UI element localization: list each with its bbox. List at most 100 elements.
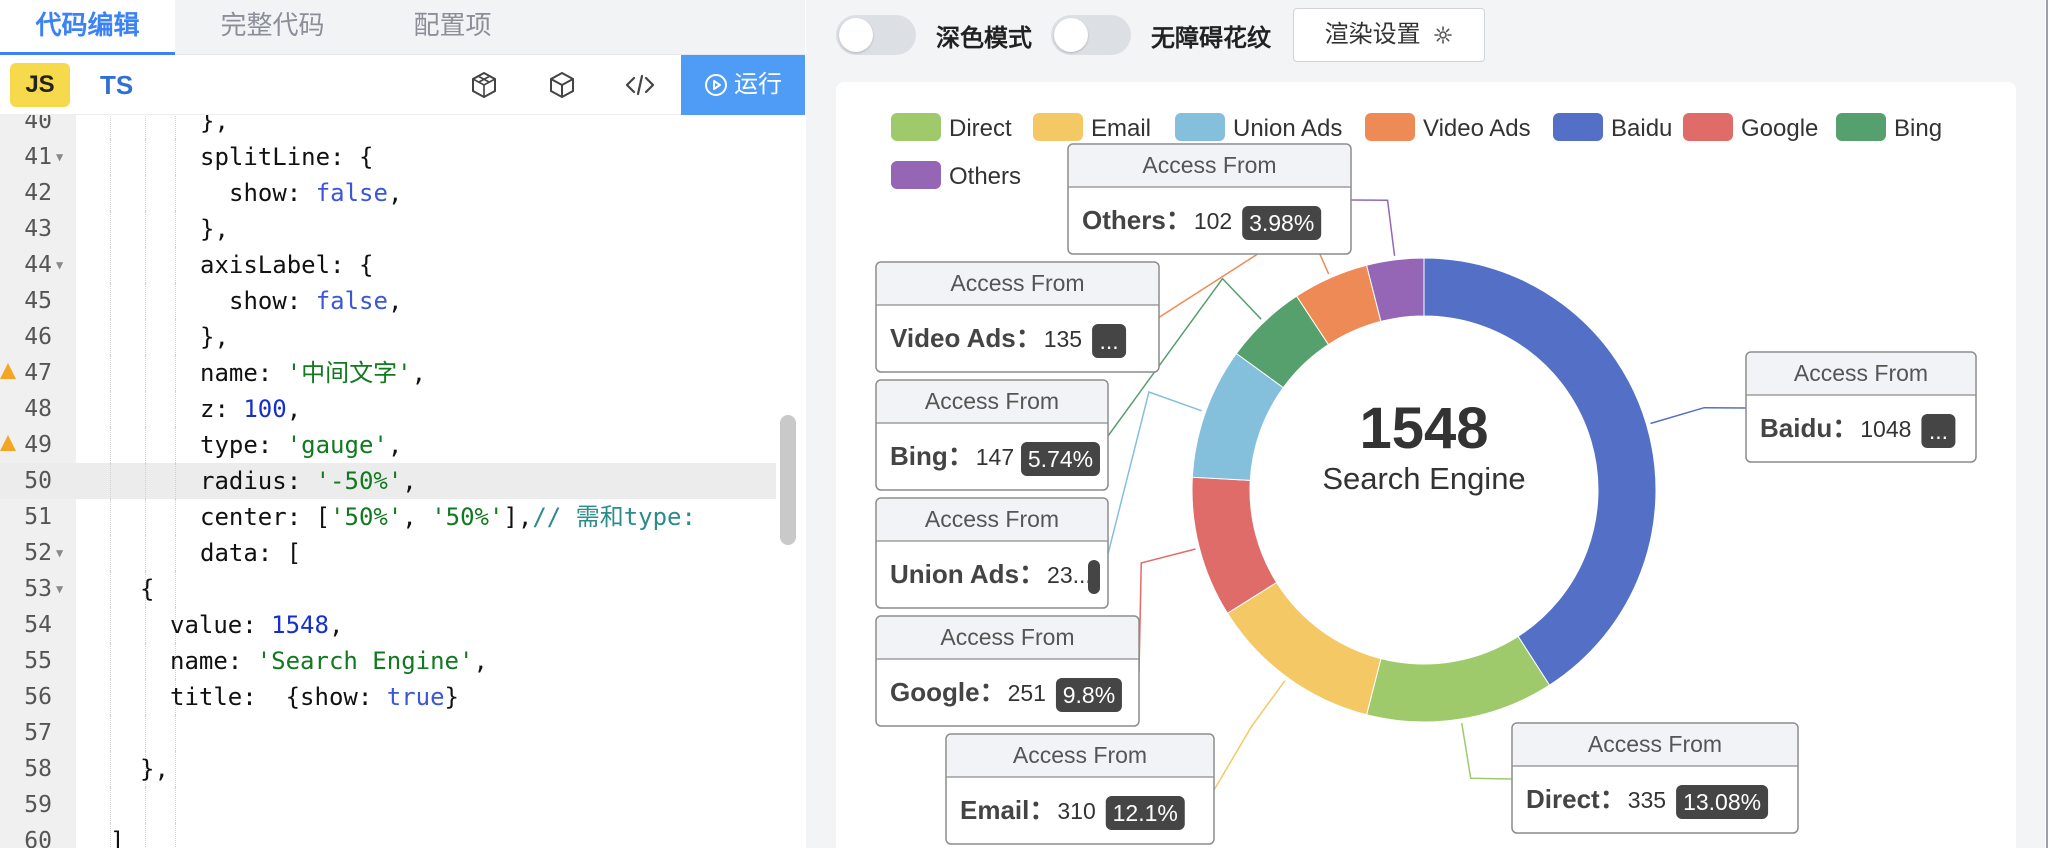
slice-direct[interactable] — [1365, 635, 1551, 723]
code-line[interactable]: 49 type: 'gauge', — [0, 427, 776, 463]
legend-swatch-bing[interactable] — [1836, 113, 1886, 141]
code-line[interactable]: 47 name: '中间文字', — [0, 355, 776, 391]
indent-guide — [110, 211, 111, 247]
fold-arrow-icon[interactable]: ▼ — [56, 139, 63, 175]
indent-guide — [110, 463, 111, 499]
code-line[interactable]: 58}, — [0, 751, 776, 787]
indent-guide — [175, 283, 176, 319]
donut-chart[interactable]: Direct Email Union Ads Video Ads Baidu Google… — [836, 82, 2016, 848]
label-value-email: 310 — [1057, 798, 1095, 824]
indent-guide — [175, 715, 176, 751]
line-number: 46 — [24, 324, 52, 350]
indent-guide — [110, 679, 111, 715]
percent-text-google: 9.8% — [1063, 682, 1115, 708]
indent-guide — [175, 115, 176, 139]
indent-guide — [145, 715, 146, 751]
code-area[interactable]: 40}, 41 ▼ splitLine: {42 show: false, 43}, 44 ▼… — [0, 115, 805, 848]
editor-scrollbar[interactable] — [780, 415, 796, 545]
code-line[interactable]: 45 show: false, — [0, 283, 776, 319]
label-title: Access From — [1588, 731, 1722, 757]
legend-swatch-direct[interactable] — [891, 113, 941, 141]
legend-label-baidu[interactable]: Baidu — [1611, 115, 1672, 142]
legend-swatch-others[interactable] — [891, 161, 941, 189]
code-line[interactable]: 42 show: false, — [0, 175, 776, 211]
indent-guide — [175, 319, 176, 355]
indent-guide — [175, 751, 176, 787]
render-settings-button[interactable]: 渲染设置 — [1293, 8, 1485, 62]
code-line[interactable]: 41 ▼ splitLine: { — [0, 139, 776, 175]
a11y-pattern-toggle[interactable] — [1051, 15, 1131, 55]
code-text: }, — [200, 323, 229, 351]
code-line[interactable]: 50 radius: '-50%', — [0, 463, 776, 499]
code-line[interactable]: 60] — [0, 823, 776, 848]
toggle-knob — [839, 18, 873, 52]
legend-label-direct[interactable]: Direct — [949, 115, 1012, 142]
run-button[interactable]: 运行 — [681, 55, 805, 115]
line-number: 60 — [24, 828, 52, 848]
code-line[interactable]: 40}, — [0, 115, 776, 139]
indent-guide — [110, 607, 111, 643]
line-number: 53 — [24, 576, 52, 602]
dark-mode-toggle[interactable] — [836, 15, 916, 55]
code-text: name: '中间文字', — [200, 359, 427, 387]
legend-swatch-union-ads[interactable] — [1175, 113, 1225, 141]
legend-swatch-baidu[interactable] — [1553, 113, 1603, 141]
cube-icon[interactable] — [546, 69, 578, 101]
warning-icon[interactable] — [0, 435, 16, 451]
legend-label-bing[interactable]: Bing — [1894, 115, 1942, 142]
code-icon[interactable] — [624, 69, 656, 101]
code-line[interactable]: 46}, — [0, 319, 776, 355]
indent-guide — [110, 115, 111, 139]
code-line[interactable]: 53 ▼ { — [0, 571, 776, 607]
indent-guide — [145, 139, 146, 175]
a11y-pattern-label: 无障碍花纹 — [1151, 25, 1271, 52]
legend-label-others[interactable]: Others — [949, 163, 1021, 190]
legend-label-email[interactable]: Email — [1091, 115, 1151, 142]
legend-swatch-google[interactable] — [1683, 113, 1733, 141]
code-line[interactable]: 57 — [0, 715, 776, 751]
indent-guide — [110, 391, 111, 427]
code-text: show: false, — [229, 179, 403, 207]
legend-swatch-video-ads[interactable] — [1365, 113, 1415, 141]
code-text: radius: '-50%', — [200, 467, 417, 495]
code-line[interactable]: 51 center: ['50%', '50%'],// 需和type: — [0, 499, 776, 535]
code-line[interactable]: 55 name: 'Search Engine', — [0, 643, 776, 679]
indent-guide — [145, 355, 146, 391]
label-value-bing: 147 — [976, 444, 1014, 470]
warning-icon[interactable] — [0, 363, 16, 379]
indent-guide — [175, 427, 176, 463]
legend-swatch-email[interactable] — [1033, 113, 1083, 141]
js-language-button[interactable]: JS — [10, 63, 70, 107]
legend-label-video-ads[interactable]: Video Ads — [1423, 115, 1531, 142]
editor-tab-bar: 代码编辑 完整代码 配置项 — [0, 0, 805, 55]
label-name-baidu: Baidu： — [1760, 413, 1858, 443]
codesandbox-icon[interactable] — [468, 69, 500, 101]
code-line[interactable]: 52 ▼ data: [ — [0, 535, 776, 571]
fold-arrow-icon[interactable]: ▼ — [56, 247, 63, 283]
tab-config[interactable]: 配置项 — [370, 0, 535, 55]
code-text: show: false, — [229, 287, 403, 315]
code-editor-panel: 代码编辑 完整代码 配置项 JS TS 运行 40}, 41 ▼ splitL… — [0, 0, 805, 848]
indent-guide — [145, 499, 146, 535]
code-line[interactable]: 48 z: 100, — [0, 391, 776, 427]
label-name-email: Email： — [960, 795, 1055, 825]
tab-code-edit[interactable]: 代码编辑 — [0, 0, 175, 55]
ts-language-button[interactable]: TS — [100, 63, 150, 107]
legend-label-union-ads[interactable]: Union Ads — [1233, 115, 1342, 142]
code-line[interactable]: 59 — [0, 787, 776, 823]
percent-text-video-ads: ... — [1099, 328, 1118, 354]
legend-label-google[interactable]: Google — [1741, 115, 1818, 142]
line-number: 40 — [24, 115, 52, 134]
fold-arrow-icon[interactable]: ▼ — [56, 535, 63, 571]
slice-email[interactable] — [1226, 581, 1382, 716]
code-line[interactable]: 54 value: 1548, — [0, 607, 776, 643]
code-line[interactable]: 43}, — [0, 211, 776, 247]
line-number: 59 — [24, 792, 52, 818]
code-line[interactable]: 44 ▼ axisLabel: { — [0, 247, 776, 283]
tab-full-code[interactable]: 完整代码 — [175, 0, 370, 55]
line-number: 52 — [24, 540, 52, 566]
fold-arrow-icon[interactable]: ▼ — [56, 571, 63, 607]
label-title: Access From — [940, 624, 1074, 650]
code-line[interactable]: 56 title: {show: true} — [0, 679, 776, 715]
code-text: data: [ — [200, 539, 302, 567]
